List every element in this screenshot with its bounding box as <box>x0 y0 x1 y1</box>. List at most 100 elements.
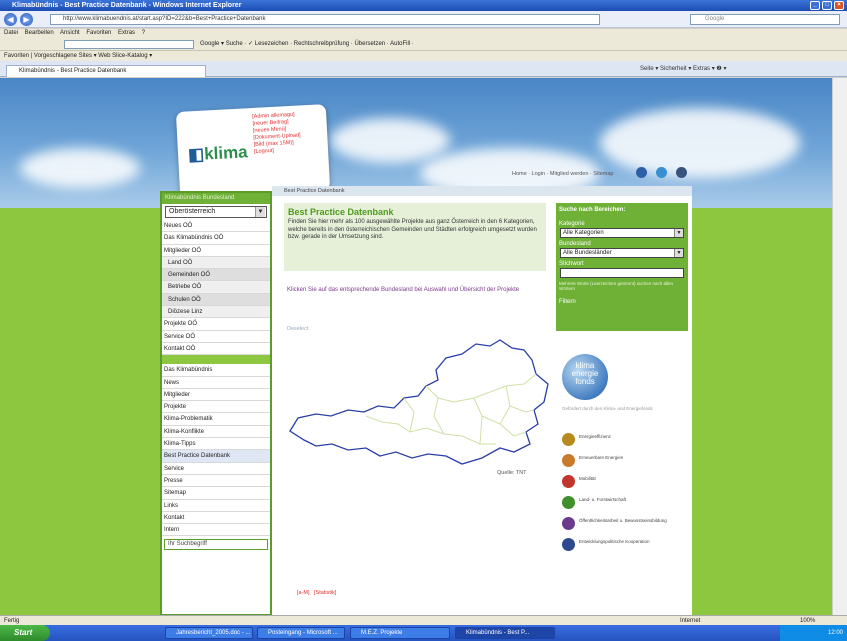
sidebar-region-item[interactable]: Service OÖ <box>162 330 270 343</box>
favorites-bar[interactable]: Favoriten | Vorgeschlagene Sites ▾ Web S… <box>0 51 847 61</box>
category-icon <box>562 496 575 509</box>
forward-icon[interactable]: ▶ <box>20 13 33 26</box>
filter-title: Suche nach Bereichen: <box>559 207 626 213</box>
legend-item[interactable]: Öffentlichkeitsarbeit u. Bewusstseinsbil… <box>562 517 682 531</box>
page-viewport: ◧klima [Admin allemagu] [neuer Beitrag] [n… <box>0 78 832 615</box>
austria-map[interactable] <box>286 336 554 470</box>
system-tray: 12:00 <box>780 625 847 641</box>
sidebar-main-item[interactable]: Mitglieder <box>162 388 270 402</box>
sidebar-main-item[interactable]: Kontakt <box>162 511 270 525</box>
map-hint: Klicken Sie auf das entsprechende Bundes… <box>287 287 520 293</box>
category-icon <box>562 517 575 530</box>
deselect-link[interactable]: Deselect <box>287 326 308 332</box>
sidebar-header: Klimabündnis Bundesland <box>162 193 270 204</box>
klimafonds-caption: Gefördert durch den Klima- und Energiefo… <box>562 406 653 411</box>
state-select[interactable]: Alle Bundesländer <box>560 248 684 258</box>
back-icon[interactable]: ◀ <box>4 13 17 26</box>
state-borders[interactable] <box>365 373 537 445</box>
google-search-input[interactable] <box>64 40 194 49</box>
keyword-input[interactable] <box>560 268 684 278</box>
category-icon <box>562 475 575 488</box>
logo-card: ◧klima [Admin allemagu] [neuer Beitrag] [n… <box>175 104 331 198</box>
sidebar-main-item[interactable]: Links <box>162 499 270 512</box>
pager-links[interactable]: [a-M] [Statistik] <box>297 590 336 596</box>
category-icon <box>562 454 575 467</box>
klimafonds-logo[interactable]: klima energie fonds <box>562 354 608 400</box>
legend-label: Energieeffizienz <box>579 434 611 439</box>
legend-item[interactable]: Land- u. Forstwirtschaft <box>562 496 682 510</box>
google-toolbar-items[interactable]: Google ▾ Suche · ✓ Lesezeichen · Rechtsc… <box>200 38 414 51</box>
breadcrumb[interactable]: Best Practice Datenbank <box>272 186 692 196</box>
sidebar-main-item[interactable]: Intern <box>162 524 270 537</box>
sidebar-main-item[interactable]: Das Klimabündnis <box>162 364 270 377</box>
page-title: Best Practice Datenbank <box>288 207 394 217</box>
google-toolbar[interactable]: Google ▾ Suche · ✓ Lesezeichen · Rechtsc… <box>0 38 847 51</box>
sidebar-region-item[interactable]: Das Klimabündnis OÖ <box>162 232 270 245</box>
sidebar-main-item[interactable]: Klima-Konflikte <box>162 425 270 439</box>
sidebar-main-item[interactable]: Klima-Problematik <box>162 413 270 426</box>
category-select[interactable]: Alle Kategorien <box>560 228 684 238</box>
status-text: Fertig <box>4 618 20 624</box>
start-button[interactable]: Start <box>0 625 50 641</box>
sidebar-search-input[interactable]: Ihr Suchbegriff <box>164 539 268 551</box>
sidebar-region-item[interactable]: Neues OÖ <box>162 220 270 233</box>
sidebar-region-item[interactable]: Land OÖ <box>162 256 270 270</box>
intro-box: Best Practice Datenbank Finden Sie hier … <box>284 203 546 271</box>
klima-logo[interactable]: ◧klima <box>188 142 249 165</box>
taskbar-button[interactable]: Klimabündnis - Best P... <box>455 627 555 639</box>
browser-search-input[interactable]: Google <box>690 14 840 25</box>
intro-text: Finden Sie hier mehr als 100 ausgewählte… <box>288 219 537 240</box>
legend-item[interactable]: Erneuerbare Energien <box>562 454 682 468</box>
legend-item[interactable]: Mobilität <box>562 475 682 489</box>
vertical-scrollbar[interactable] <box>832 78 847 615</box>
sidebar-region-item[interactable]: Kontakt OÖ <box>162 342 270 356</box>
region-select[interactable]: Oberösterreich <box>165 206 267 218</box>
legend-item[interactable]: Entwicklungspolitische Kooperation <box>562 538 682 552</box>
sidebar-region-item[interactable]: Schulen OÖ <box>162 293 270 307</box>
state-label: Bundesland <box>559 241 591 247</box>
sidebar-region-item[interactable]: Gemeinden OÖ <box>162 269 270 282</box>
legend-label: Erneuerbare Energien <box>579 455 624 460</box>
legend-label: Entwicklungspolitische Kooperation <box>579 539 650 544</box>
taskbar-button[interactable]: Posteingang - Microsoft ... <box>257 627 345 639</box>
address-input[interactable]: http://www.klimabuendnis.at/start.asp?ID… <box>50 14 600 25</box>
close-icon[interactable]: × <box>834 1 844 10</box>
sidebar-region-item[interactable]: Mitglieder OÖ <box>162 244 270 257</box>
sidebar: Klimabündnis Bundesland Oberösterreich N… <box>160 191 272 615</box>
taskbar-button[interactable]: M.E.Z. Projekte <box>350 627 450 639</box>
legend-label: Öffentlichkeitsarbeit u. Bewusstseinsbil… <box>579 518 667 523</box>
sidebar-main-item[interactable]: Service <box>162 462 270 475</box>
command-bar[interactable]: Seite ▾ Sicherheit ▾ Extras ▾ ❷ ▾ <box>640 64 845 75</box>
sidebar-main-item[interactable]: Klima-Tipps <box>162 438 270 451</box>
taskbar-button[interactable]: Jahresbericht_2005.doc - ... <box>165 627 253 639</box>
legend-item[interactable]: Energieeffizienz <box>562 433 682 447</box>
window-titlebar: Klimabündnis - Best Practice Datenbank -… <box>0 0 847 11</box>
top-links[interactable]: Home · Login · Mitglied werden · Sitemap <box>512 171 614 177</box>
sidebar-main-item[interactable]: News <box>162 376 270 389</box>
sidebar-main-item[interactable]: Best Practice Datenbank <box>162 450 270 463</box>
tab-current[interactable]: Klimabündnis - Best Practice Datenbank <box>6 65 206 77</box>
filter-button[interactable]: Filtern <box>556 293 688 305</box>
admin-link[interactable]: [Logout] <box>254 146 302 155</box>
minimize-icon[interactable]: _ <box>810 1 820 10</box>
sidebar-main-item[interactable]: Sitemap <box>162 487 270 500</box>
sidebar-main-item[interactable]: Presse <box>162 474 270 488</box>
legend-label: Mobilität <box>579 476 596 481</box>
sidebar-region-item[interactable]: Projekte OÖ <box>162 318 270 331</box>
window-title: Klimabündnis - Best Practice Datenbank -… <box>12 2 242 9</box>
facebook-icon[interactable] <box>636 167 647 178</box>
category-icon <box>562 433 575 446</box>
main-content: Best Practice Datenbank Best Practice Da… <box>272 186 692 615</box>
maximize-icon[interactable]: □ <box>822 1 832 10</box>
wordpress-icon[interactable] <box>676 167 687 178</box>
twitter-icon[interactable] <box>656 167 667 178</box>
sidebar-region-item[interactable]: Betriebe OÖ <box>162 281 270 294</box>
category-label: Kategorie <box>559 221 585 227</box>
sidebar-main-item[interactable]: Projekte <box>162 401 270 414</box>
sidebar-region-item[interactable]: Diözese Linz <box>162 306 270 319</box>
keyword-hint: Mehrere Worte (Leerzeichen getrennt) suc… <box>559 281 673 291</box>
category-icon <box>562 538 575 551</box>
legend-label: Land- u. Forstwirtschaft <box>579 497 627 502</box>
keyword-label: Stichwort <box>559 261 584 267</box>
menu-bar[interactable]: Datei Bearbeiten Ansicht Favoriten Extra… <box>0 29 847 38</box>
